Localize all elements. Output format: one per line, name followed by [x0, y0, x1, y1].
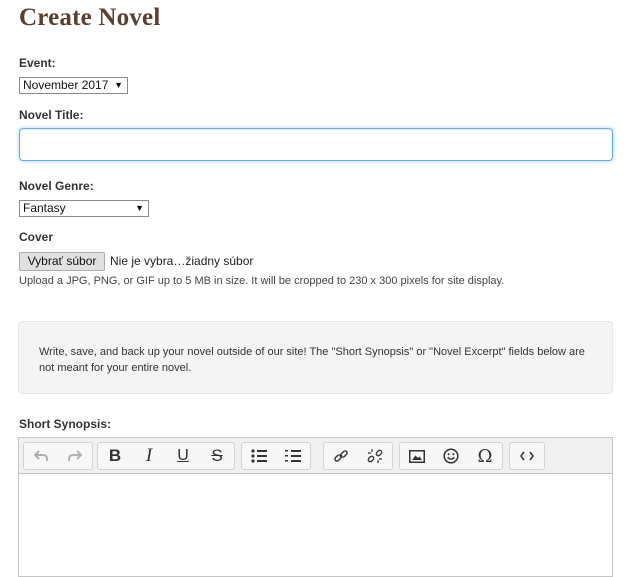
cover-help-text: Upload a JPG, PNG, or GIF up to 5 MB in … — [19, 275, 505, 287]
event-label: Event: — [19, 56, 56, 70]
choose-file-button[interactable]: Vybrať súbor — [19, 252, 105, 271]
undo-icon[interactable] — [24, 443, 58, 469]
insert-group: Ω — [399, 442, 503, 470]
novel-title-input[interactable] — [19, 128, 613, 161]
underline-icon[interactable]: U — [166, 443, 200, 469]
genre-select-value: Fantasy — [23, 201, 66, 215]
synopsis-content-area[interactable] — [19, 474, 612, 576]
create-novel-page: Create Novel Event: November 2017 ▼ Nove… — [0, 0, 629, 577]
backup-notice: Write, save, and back up your novel outs… — [18, 321, 613, 394]
bold-icon[interactable]: B — [98, 443, 132, 469]
history-group — [23, 442, 93, 470]
link-icon[interactable] — [324, 443, 358, 469]
dropdown-arrow-icon: ▼ — [135, 203, 144, 213]
event-select[interactable]: November 2017 ▼ — [19, 77, 128, 94]
list-group — [241, 442, 311, 470]
editor-toolbar: B I U S Ω — [19, 438, 612, 474]
event-select-value: November 2017 — [23, 78, 109, 92]
special-character-icon[interactable]: Ω — [468, 443, 502, 469]
cover-label: Cover — [19, 230, 54, 244]
dropdown-arrow-icon: ▼ — [114, 80, 123, 90]
synopsis-editor: B I U S Ω — [18, 437, 613, 577]
strikethrough-icon[interactable]: S — [200, 443, 234, 469]
page-title: Create Novel — [19, 4, 161, 31]
emoji-icon[interactable] — [434, 443, 468, 469]
short-synopsis-label: Short Synopsis: — [19, 417, 112, 431]
backup-notice-text: Write, save, and back up your novel outs… — [39, 346, 585, 374]
formatting-group: B I U S — [97, 442, 235, 470]
source-code-icon[interactable] — [510, 443, 544, 469]
bullet-list-icon[interactable] — [242, 443, 276, 469]
image-icon[interactable] — [400, 443, 434, 469]
genre-select[interactable]: Fantasy ▼ — [19, 200, 149, 217]
redo-icon[interactable] — [58, 443, 92, 469]
italic-icon[interactable]: I — [132, 443, 166, 469]
code-group — [509, 442, 545, 470]
novel-genre-label: Novel Genre: — [19, 179, 94, 193]
novel-title-label: Novel Title: — [19, 108, 84, 122]
numbered-list-icon[interactable] — [276, 443, 310, 469]
unlink-icon[interactable] — [358, 443, 392, 469]
file-status-text: Nie je vybra…žiadny súbor — [110, 254, 254, 268]
link-group — [323, 442, 393, 470]
